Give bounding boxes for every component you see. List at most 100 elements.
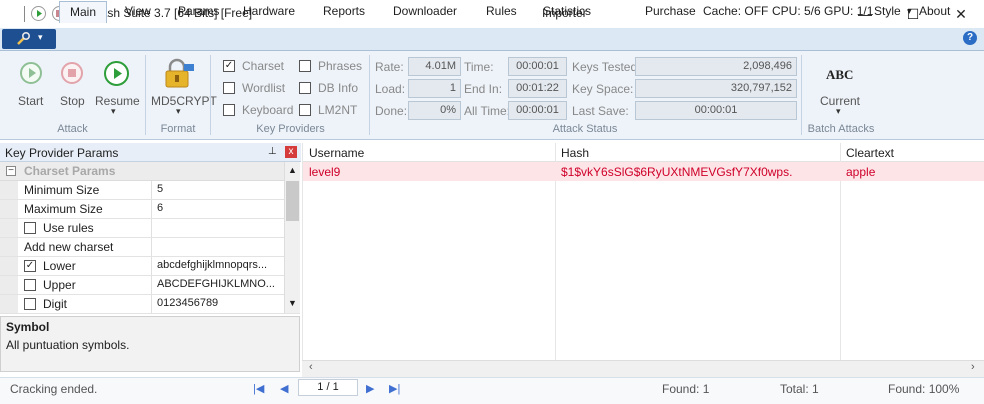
- scroll-right-icon[interactable]: ›: [971, 361, 975, 373]
- attack-status-group-label: Attack Status: [552, 123, 618, 135]
- qat-start-icon[interactable]: [31, 6, 46, 21]
- cpu-gpu-status[interactable]: CPU: 5/6 GPU: 1/1: [772, 4, 873, 18]
- param-row[interactable]: ✓ Lower abcdefghijklmnopqrs...: [0, 257, 300, 276]
- param-value[interactable]: 6: [157, 202, 163, 214]
- done-label: Done:: [375, 104, 408, 118]
- chevron-down-icon: ▾: [111, 106, 116, 116]
- scroll-thumb[interactable]: [286, 181, 299, 221]
- column-username[interactable]: Username: [309, 146, 364, 160]
- grid-hscrollbar[interactable]: [302, 360, 984, 377]
- param-value[interactable]: 5: [157, 183, 163, 195]
- cell-username[interactable]: level9: [309, 165, 340, 179]
- description-text: All puntuation symbols.: [6, 338, 130, 352]
- keyboard-label: Keyboard: [242, 103, 294, 117]
- status-message: Cracking ended.: [10, 382, 98, 396]
- charset-checkbox[interactable]: ✓: [223, 60, 235, 72]
- play-icon: [114, 68, 122, 79]
- param-value[interactable]: 0123456789: [157, 297, 218, 309]
- upper-checkbox[interactable]: [24, 279, 36, 291]
- last-page-icon[interactable]: ▶|: [389, 382, 400, 395]
- tab-view[interactable]: View: [125, 4, 151, 18]
- phrases-checkbox[interactable]: [299, 60, 311, 72]
- section-title: Charset Params: [24, 164, 116, 178]
- panel-title: Key Provider Params: [5, 146, 119, 160]
- app-title: Hash Suite 3.7 [64 Bits] [Free]: [92, 6, 253, 20]
- attack-group-label: Attack: [57, 123, 88, 135]
- param-name: Upper: [43, 278, 76, 292]
- resume-button[interactable]: [104, 61, 129, 86]
- charset-label: Charset: [242, 59, 285, 73]
- param-row[interactable]: Maximum Size 6: [0, 200, 300, 219]
- tab-downloader[interactable]: Downloader: [393, 4, 457, 18]
- column-hash[interactable]: Hash: [561, 146, 589, 160]
- first-page-icon[interactable]: |◀: [253, 382, 264, 395]
- style-menu[interactable]: Style: [874, 4, 901, 18]
- chevron-down-icon: ▾: [176, 106, 181, 116]
- panel-close-icon[interactable]: x: [285, 146, 297, 158]
- param-row[interactable]: Use rules: [0, 219, 300, 238]
- keys-tested-value: 2,098,496: [635, 57, 797, 76]
- param-name: Use rules: [43, 221, 94, 235]
- done-value: 0%: [408, 101, 461, 120]
- keyboard-checkbox[interactable]: [223, 104, 235, 116]
- tab-reports[interactable]: Reports: [323, 4, 365, 18]
- prev-page-icon[interactable]: ◀: [280, 382, 288, 395]
- stop-button[interactable]: [61, 62, 83, 84]
- app-menu-button[interactable]: ▾: [2, 29, 56, 49]
- digit-checkbox[interactable]: [24, 298, 36, 310]
- end-in-label: End In:: [464, 82, 503, 96]
- all-time-value: 00:00:01: [508, 101, 567, 120]
- param-row[interactable]: Digit 0123456789: [0, 295, 300, 314]
- batch-attacks-group-label: Batch Attacks: [807, 123, 875, 135]
- start-label: Start: [18, 94, 44, 108]
- param-name: Minimum Size: [24, 183, 100, 197]
- time-label: Time:: [464, 60, 494, 74]
- scroll-down-icon[interactable]: ▼: [288, 298, 297, 308]
- param-row[interactable]: Minimum Size 5: [0, 181, 300, 200]
- param-value[interactable]: ABCDEFGHIJKLMNO...: [157, 278, 275, 290]
- cell-cleartext[interactable]: apple: [846, 165, 875, 179]
- purchase-link[interactable]: Purchase: [645, 4, 696, 18]
- next-page-icon[interactable]: ▶: [366, 382, 374, 395]
- found-percent: Found: 100%: [888, 382, 960, 396]
- format-value[interactable]: MD5CRYPT: [151, 94, 217, 108]
- start-button[interactable]: [20, 62, 42, 84]
- lm2nt-label: LM2NT: [318, 103, 358, 117]
- cell-hash[interactable]: $1$vkY6sSlG$6RyUXtNMEVGsfY7Xf0wps.: [561, 165, 792, 179]
- param-name: Lower: [43, 259, 76, 273]
- lock-icon[interactable]: [162, 58, 196, 90]
- about-menu[interactable]: About: [919, 4, 950, 18]
- tab-rules[interactable]: Rules: [486, 4, 517, 18]
- page-input[interactable]: 1 / 1: [298, 379, 358, 396]
- lower-checkbox[interactable]: ✓: [24, 260, 36, 272]
- cache-status[interactable]: Cache: OFF: [703, 4, 768, 18]
- collapse-icon[interactable]: −: [6, 166, 16, 176]
- phrases-label: Phrases: [318, 59, 363, 73]
- param-value[interactable]: abcdefghijklmnopqrs...: [157, 259, 267, 271]
- use-rules-checkbox[interactable]: [24, 222, 36, 234]
- last-save-value: 00:00:01: [635, 101, 797, 120]
- lm2nt-checkbox[interactable]: [299, 104, 311, 116]
- scroll-left-icon[interactable]: ‹: [309, 361, 313, 373]
- last-save-label: Last Save:: [572, 104, 629, 118]
- param-row[interactable]: Upper ABCDEFGHIJKLMNO...: [0, 276, 300, 295]
- wordlist-checkbox[interactable]: [223, 82, 235, 94]
- format-group-label: Format: [160, 123, 196, 135]
- tab-main[interactable]: Main: [59, 1, 108, 23]
- tab-params[interactable]: Params: [178, 4, 219, 18]
- pin-icon[interactable]: ⊥: [268, 146, 277, 157]
- batch-abc-icon[interactable]: ABC: [826, 67, 853, 83]
- param-name: Add new charset: [24, 240, 114, 254]
- param-row[interactable]: Add new charset: [0, 238, 300, 257]
- scroll-up-icon[interactable]: ▲: [288, 165, 297, 175]
- end-in-value: 00:01:22: [508, 79, 567, 98]
- column-cleartext[interactable]: Cleartext: [846, 146, 894, 160]
- help-icon[interactable]: ?: [963, 31, 977, 45]
- tab-hardware[interactable]: Hardware: [243, 4, 295, 18]
- status-bar: [0, 377, 984, 404]
- resume-label: Resume: [95, 94, 140, 108]
- db-info-checkbox[interactable]: [299, 82, 311, 94]
- db-info-label: DB Info: [318, 81, 359, 95]
- total-count: Total: 1: [780, 382, 819, 396]
- tab-statistics[interactable]: Statistics: [543, 4, 591, 18]
